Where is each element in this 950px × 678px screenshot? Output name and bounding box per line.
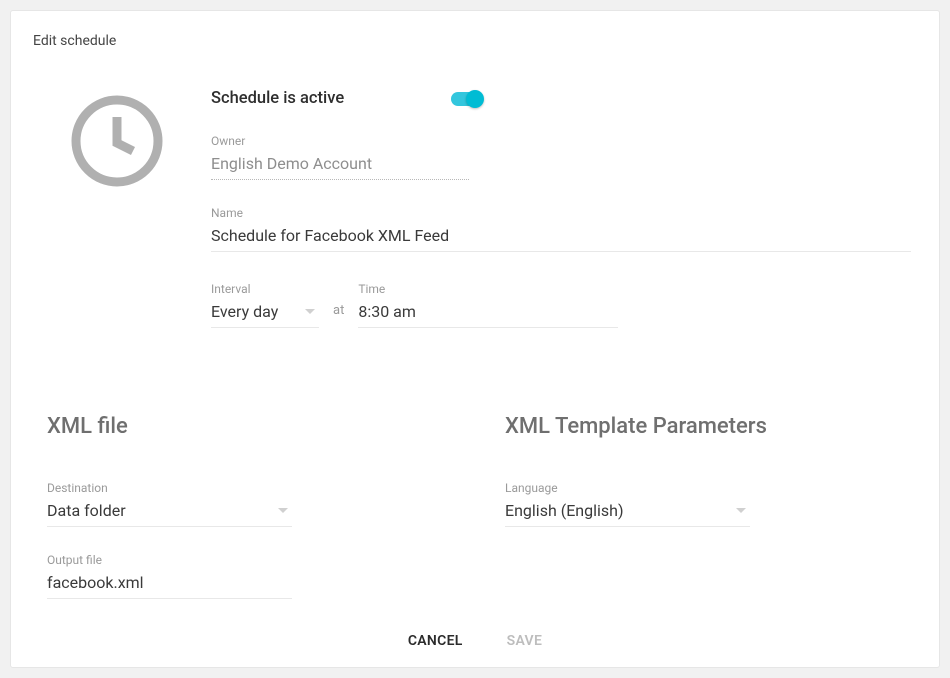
owner-value: English Demo Account — [211, 154, 469, 180]
template-params-title: XML Template Parameters — [505, 414, 903, 439]
form-column: Schedule is active Owner English Demo Ac… — [211, 89, 911, 328]
interval-field: Interval Every day — [211, 282, 319, 328]
time-field: Time 8:30 am — [358, 282, 618, 328]
clock-icon — [69, 93, 165, 189]
save-button[interactable]: SAVE — [507, 633, 543, 649]
chevron-down-icon — [278, 508, 288, 513]
name-input[interactable]: Schedule for Facebook XML Feed — [211, 226, 911, 252]
time-label: Time — [358, 282, 618, 296]
interval-row: Interval Every day at Time 8:30 am — [211, 282, 911, 328]
destination-label: Destination — [47, 481, 445, 495]
edit-schedule-card: Edit schedule Schedule is active Owner E… — [10, 10, 940, 668]
interval-label: Interval — [211, 282, 319, 296]
active-row: Schedule is active — [211, 89, 911, 108]
at-label: at — [333, 303, 344, 328]
name-label: Name — [211, 206, 911, 220]
action-bar: CANCEL SAVE — [11, 630, 939, 649]
template-params-column: XML Template Parameters Language English… — [505, 414, 903, 625]
cancel-button[interactable]: CANCEL — [408, 633, 463, 649]
interval-select[interactable]: Every day — [211, 302, 319, 328]
card-title: Edit schedule — [33, 33, 917, 49]
destination-value: Data folder — [47, 501, 126, 520]
time-input[interactable]: 8:30 am — [358, 302, 618, 328]
clock-column — [69, 89, 165, 328]
language-label: Language — [505, 481, 903, 495]
xml-file-column: XML file Destination Data folder Output … — [47, 414, 445, 625]
owner-field: Owner English Demo Account — [211, 134, 911, 180]
top-form-area: Schedule is active Owner English Demo Ac… — [69, 89, 911, 328]
chevron-down-icon — [305, 309, 315, 314]
name-field: Name Schedule for Facebook XML Feed — [211, 206, 911, 252]
active-toggle[interactable] — [451, 92, 481, 106]
interval-value: Every day — [211, 302, 278, 321]
language-value: English (English) — [505, 501, 624, 520]
owner-label: Owner — [211, 134, 911, 148]
output-file-field: Output file facebook.xml — [47, 553, 445, 599]
output-file-input[interactable]: facebook.xml — [47, 573, 292, 599]
xml-file-title: XML file — [47, 414, 445, 439]
language-select[interactable]: English (English) — [505, 501, 750, 527]
output-file-label: Output file — [47, 553, 445, 567]
language-field: Language English (English) — [505, 481, 903, 527]
bottom-area: XML file Destination Data folder Output … — [33, 414, 917, 625]
chevron-down-icon — [736, 508, 746, 513]
active-label: Schedule is active — [211, 89, 451, 108]
destination-select[interactable]: Data folder — [47, 501, 292, 527]
destination-field: Destination Data folder — [47, 481, 445, 527]
